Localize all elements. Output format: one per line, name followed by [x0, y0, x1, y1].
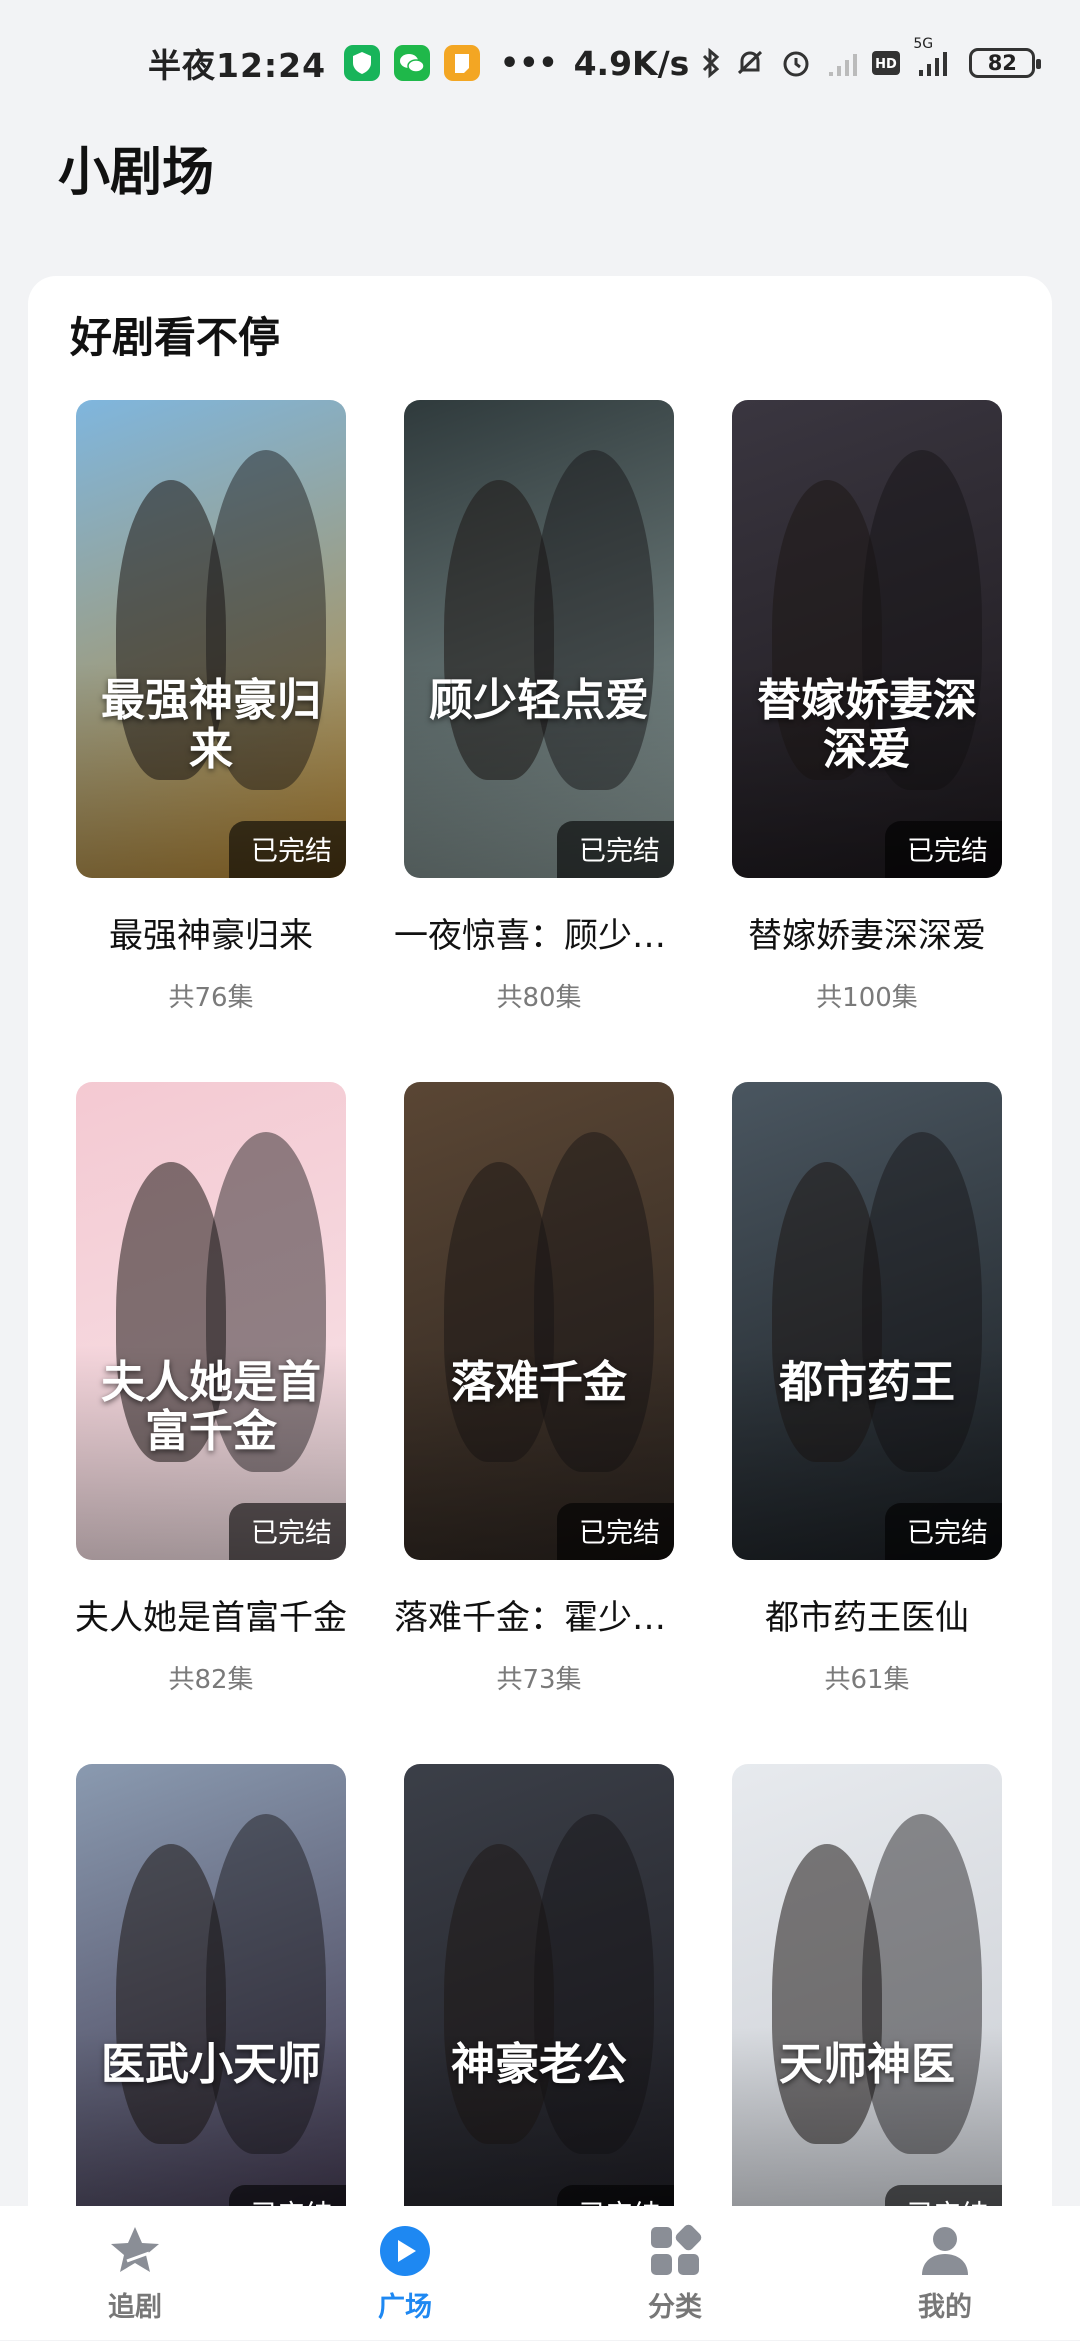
drama-card[interactable]: 最强神豪归来已完结最强神豪归来共76集 — [76, 400, 346, 1014]
nav-item-square[interactable]: 广场 — [305, 2223, 505, 2324]
wechat-icon — [394, 45, 430, 81]
drama-title[interactable]: 最强神豪归来 — [66, 908, 356, 957]
signal-icon: 5G — [913, 48, 951, 78]
wifi-icon — [825, 48, 859, 78]
episode-count: 共80集 — [496, 977, 581, 1014]
poster-title-art: 夫人她是首富千金 — [90, 1359, 332, 1456]
play-icon — [375, 2223, 435, 2279]
alarm-icon — [779, 46, 813, 80]
nav-label: 广场 — [378, 2285, 432, 2324]
drama-poster[interactable]: 顾少轻点爱已完结 — [404, 400, 674, 878]
nav-label: 我的 — [918, 2285, 972, 2324]
episode-count: 共76集 — [168, 977, 253, 1014]
bottom-nav: 追剧 广场 分类 我的 — [0, 2206, 1080, 2340]
drama-section-card: 好剧看不停 最强神豪归来已完结最强神豪归来共76集顾少轻点爱已完结一夜惊喜：顾少… — [28, 276, 1052, 2276]
poster-title-art: 医武小天师 — [90, 2041, 332, 2089]
nav-label: 分类 — [648, 2285, 702, 2324]
section-title: 好剧看不停 — [70, 304, 280, 365]
poster-title-art: 神豪老公 — [418, 2041, 660, 2089]
nav-item-follow[interactable]: 追剧 — [35, 2223, 235, 2324]
nav-item-profile[interactable]: 我的 — [845, 2223, 1045, 2324]
drama-poster[interactable]: 夫人她是首富千金已完结 — [76, 1082, 346, 1560]
drama-grid: 最强神豪归来已完结最强神豪归来共76集顾少轻点爱已完结一夜惊喜：顾少轻...共8… — [76, 400, 1006, 2341]
drama-poster[interactable]: 最强神豪归来已完结 — [76, 400, 346, 878]
completed-badge: 已完结 — [885, 821, 1002, 878]
drama-title[interactable]: 都市药王医仙 — [722, 1590, 1012, 1639]
drama-poster[interactable]: 医武小天师已完结 — [76, 1764, 346, 2242]
poster-title-art: 落难千金 — [418, 1359, 660, 1407]
drama-card[interactable]: 落难千金已完结落难千金：霍少的...共73集 — [404, 1082, 674, 1696]
nav-label: 追剧 — [108, 2285, 162, 2324]
mute-icon — [733, 46, 767, 80]
drama-card[interactable]: 都市药王已完结都市药王医仙共61集 — [732, 1082, 1002, 1696]
notes-app-icon — [444, 45, 480, 81]
completed-badge: 已完结 — [557, 1503, 674, 1560]
battery-icon: 82 — [969, 48, 1035, 78]
drama-title[interactable]: 夫人她是首富千金 — [66, 1590, 356, 1639]
completed-badge: 已完结 — [557, 821, 674, 878]
shield-app-icon — [344, 45, 380, 81]
drama-card[interactable]: 替嫁娇妻深深爱已完结替嫁娇妻深深爱共100集 — [732, 400, 1002, 1014]
drama-card[interactable]: 夫人她是首富千金已完结夫人她是首富千金共82集 — [76, 1082, 346, 1696]
drama-poster[interactable]: 落难千金已完结 — [404, 1082, 674, 1560]
drama-card[interactable]: 顾少轻点爱已完结一夜惊喜：顾少轻...共80集 — [404, 400, 674, 1014]
episode-count: 共73集 — [496, 1659, 581, 1696]
drama-poster[interactable]: 天师神医已完结 — [732, 1764, 1002, 2242]
drama-poster[interactable]: 都市药王已完结 — [732, 1082, 1002, 1560]
drama-title[interactable]: 替嫁娇妻深深爱 — [722, 908, 1012, 957]
poster-title-art: 天师神医 — [746, 2041, 988, 2089]
nav-item-category[interactable]: 分类 — [575, 2223, 775, 2324]
poster-title-art: 都市药王 — [746, 1359, 988, 1407]
completed-badge: 已完结 — [229, 1503, 346, 1560]
star-icon — [105, 2223, 165, 2279]
page-title: 小剧场 — [58, 130, 214, 205]
poster-title-art: 顾少轻点爱 — [418, 677, 660, 725]
status-bar: 半夜12:24 ••• 4.9K/s HD 5G 82 — [0, 0, 1080, 126]
drama-poster[interactable]: 神豪老公已完结 — [404, 1764, 674, 2242]
drama-title[interactable]: 落难千金：霍少的... — [394, 1590, 684, 1639]
poster-title-art: 替嫁娇妻深深爱 — [746, 677, 988, 774]
completed-badge: 已完结 — [229, 821, 346, 878]
profile-icon — [915, 2223, 975, 2279]
more-notifications-icon: ••• — [500, 46, 558, 81]
hd-icon: HD — [871, 50, 901, 76]
svg-text:HD: HD — [875, 57, 897, 72]
bluetooth-icon — [701, 47, 721, 79]
poster-title-art: 最强神豪归来 — [90, 677, 332, 774]
status-time: 半夜12:24 — [148, 39, 326, 87]
category-icon — [645, 2223, 705, 2279]
completed-badge: 已完结 — [885, 1503, 1002, 1560]
network-speed: 4.9K/s — [574, 44, 690, 83]
episode-count: 共100集 — [816, 977, 918, 1014]
network-type: 5G — [913, 36, 933, 52]
episode-count: 共82集 — [168, 1659, 253, 1696]
drama-title[interactable]: 一夜惊喜：顾少轻... — [394, 908, 684, 957]
episode-count: 共61集 — [824, 1659, 909, 1696]
drama-poster[interactable]: 替嫁娇妻深深爱已完结 — [732, 400, 1002, 878]
